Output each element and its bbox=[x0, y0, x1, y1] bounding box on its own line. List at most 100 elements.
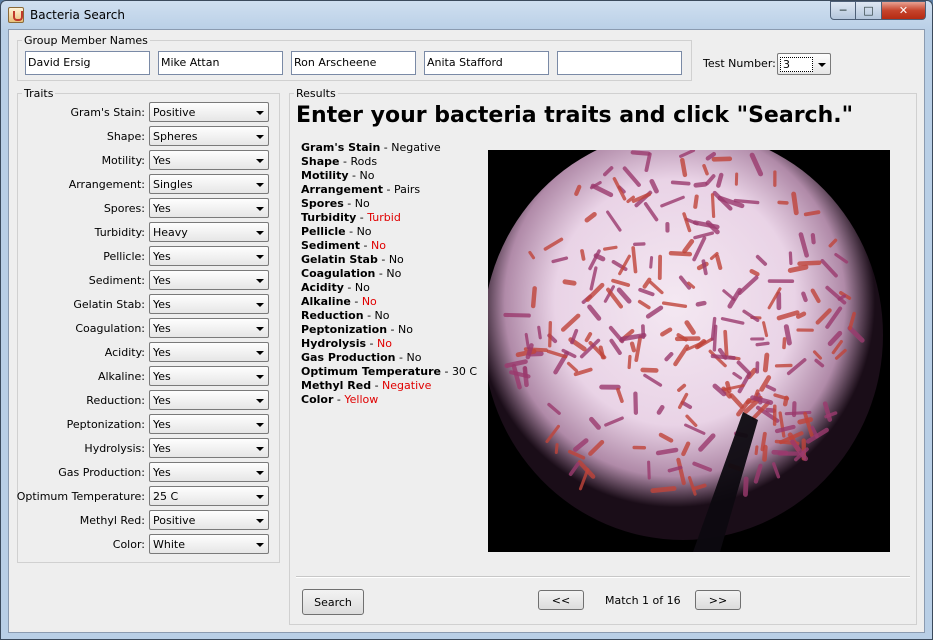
result-trait-name: Arrangement bbox=[301, 183, 383, 196]
trait-row: Gelatin Stab: Yes bbox=[17, 294, 280, 316]
bacterium-rod bbox=[771, 449, 789, 456]
result-trait-line: Reduction - No bbox=[301, 309, 477, 323]
result-separator: - bbox=[382, 183, 394, 196]
result-traits-list: Gram's Stain - Negative Shape - Rods Motil… bbox=[301, 141, 477, 407]
trait-select[interactable]: Yes bbox=[149, 198, 269, 218]
trait-select-value: Yes bbox=[153, 394, 171, 407]
result-trait-line: Arrangement - Pairs bbox=[301, 183, 477, 197]
bacterium-rod bbox=[723, 329, 729, 357]
trait-select[interactable]: Yes bbox=[149, 150, 269, 170]
microscope-image bbox=[488, 150, 890, 552]
trait-select[interactable]: Yes bbox=[149, 414, 269, 434]
trait-select-value: Yes bbox=[153, 418, 171, 431]
client-area: Group Member Names David Ersig Mike Atta… bbox=[8, 29, 925, 633]
bacterium-rod bbox=[801, 291, 808, 303]
bacterium-rod bbox=[796, 311, 807, 319]
chevron-down-icon bbox=[256, 111, 264, 115]
trait-select[interactable]: Positive bbox=[149, 102, 269, 122]
trait-select[interactable]: Yes bbox=[149, 438, 269, 458]
result-trait-line: Pellicle - No bbox=[301, 225, 477, 239]
bacterium-rod bbox=[701, 259, 708, 276]
result-trait-line: Spores - No bbox=[301, 197, 477, 211]
bacterium-rod bbox=[782, 337, 787, 350]
previous-match-button[interactable]: << bbox=[538, 590, 584, 610]
trait-select[interactable]: Yes bbox=[149, 366, 269, 386]
result-trait-line: Sediment - No bbox=[301, 239, 477, 253]
result-separator: - bbox=[339, 155, 351, 168]
maximize-icon: □ bbox=[863, 4, 874, 17]
close-button[interactable]: ✕ bbox=[882, 1, 926, 20]
chevron-down-icon bbox=[256, 375, 264, 379]
chevron-down-icon bbox=[256, 471, 264, 475]
bacterium-rod bbox=[530, 286, 537, 309]
result-trait-value: No bbox=[371, 239, 386, 252]
bacterium-rod bbox=[649, 256, 654, 269]
trait-select-value: Positive bbox=[153, 106, 196, 119]
bacterium-rod bbox=[537, 325, 542, 340]
chevron-down-icon bbox=[256, 279, 264, 283]
chevron-down-icon bbox=[256, 519, 264, 523]
result-trait-line: Acidity - No bbox=[301, 281, 477, 295]
result-trait-name: Gas Production bbox=[301, 351, 396, 364]
next-match-button[interactable]: >> bbox=[695, 590, 741, 610]
trait-select[interactable]: Yes bbox=[149, 318, 269, 338]
trait-select[interactable]: Singles bbox=[149, 174, 269, 194]
chevron-down-icon bbox=[818, 63, 826, 67]
trait-select[interactable]: Yes bbox=[149, 270, 269, 290]
search-button[interactable]: Search bbox=[302, 589, 364, 615]
chevron-down-icon bbox=[256, 351, 264, 355]
trait-select[interactable]: Yes bbox=[149, 246, 269, 266]
trait-select[interactable]: Positive bbox=[149, 510, 269, 530]
bacterium-rod bbox=[650, 486, 677, 494]
bacterium-rod bbox=[656, 404, 665, 415]
window-title: Bacteria Search bbox=[30, 8, 125, 22]
trait-select-value: Yes bbox=[153, 370, 171, 383]
trait-label: Sediment: bbox=[88, 274, 145, 287]
trait-select[interactable]: Yes bbox=[149, 342, 269, 362]
trait-label: Turbidity: bbox=[94, 226, 145, 239]
member-name-field-5[interactable] bbox=[557, 51, 682, 75]
bacterium-rod bbox=[680, 157, 688, 178]
result-trait-line: Optimum Temperature - 30 C bbox=[301, 365, 477, 379]
trait-row: Gram's Stain: Positive bbox=[17, 102, 280, 124]
result-trait-value: No bbox=[388, 253, 404, 266]
bacterium-rod bbox=[743, 476, 749, 497]
trait-row: Methyl Red: Positive bbox=[17, 510, 280, 532]
trait-select-value: Yes bbox=[153, 154, 171, 167]
result-trait-value: Turbid bbox=[367, 211, 401, 224]
trait-label: Methyl Red: bbox=[79, 514, 145, 527]
chevron-down-icon bbox=[256, 183, 264, 187]
member-name-field-1[interactable]: David Ersig bbox=[25, 51, 150, 75]
test-number-value: 3 bbox=[780, 57, 813, 72]
trait-row: Color: White bbox=[17, 534, 280, 556]
results-divider bbox=[296, 576, 910, 578]
chevron-down-icon bbox=[256, 159, 264, 163]
bacterium-rod bbox=[782, 395, 789, 407]
java-cup-icon bbox=[8, 7, 24, 23]
result-trait-line: Color - Yellow bbox=[301, 393, 477, 407]
result-separator: - bbox=[343, 281, 355, 294]
trait-row: Acidity: Yes bbox=[17, 342, 280, 364]
result-trait-value: Pairs bbox=[393, 183, 421, 196]
result-separator: - bbox=[387, 323, 399, 336]
trait-row: Motility: Yes bbox=[17, 150, 280, 172]
trait-select[interactable]: Spheres bbox=[149, 126, 269, 146]
member-name-field-2[interactable]: Mike Attan bbox=[158, 51, 283, 75]
trait-select[interactable]: Yes bbox=[149, 462, 269, 482]
trait-select[interactable]: Heavy bbox=[149, 222, 269, 242]
trait-label: Acidity: bbox=[104, 346, 145, 359]
trait-select[interactable]: Yes bbox=[149, 294, 269, 314]
member-name-field-3[interactable]: Ron Arscheene bbox=[291, 51, 416, 75]
minimize-button[interactable]: ─ bbox=[830, 1, 856, 20]
trait-select[interactable]: White bbox=[149, 534, 269, 554]
test-number-select[interactable]: 3 bbox=[777, 53, 831, 75]
chevron-down-icon bbox=[256, 303, 264, 307]
member-name-field-4[interactable]: Anita Stafford bbox=[424, 51, 549, 75]
bacterium-rod bbox=[787, 264, 809, 273]
title-bar[interactable]: Bacteria Search ─ □ ✕ bbox=[1, 1, 932, 29]
trait-select[interactable]: 25 C bbox=[149, 486, 269, 506]
chevron-down-icon bbox=[256, 255, 264, 259]
trait-select[interactable]: Yes bbox=[149, 390, 269, 410]
maximize-button[interactable]: □ bbox=[856, 1, 882, 20]
window-controls: ─ □ ✕ bbox=[830, 1, 926, 21]
